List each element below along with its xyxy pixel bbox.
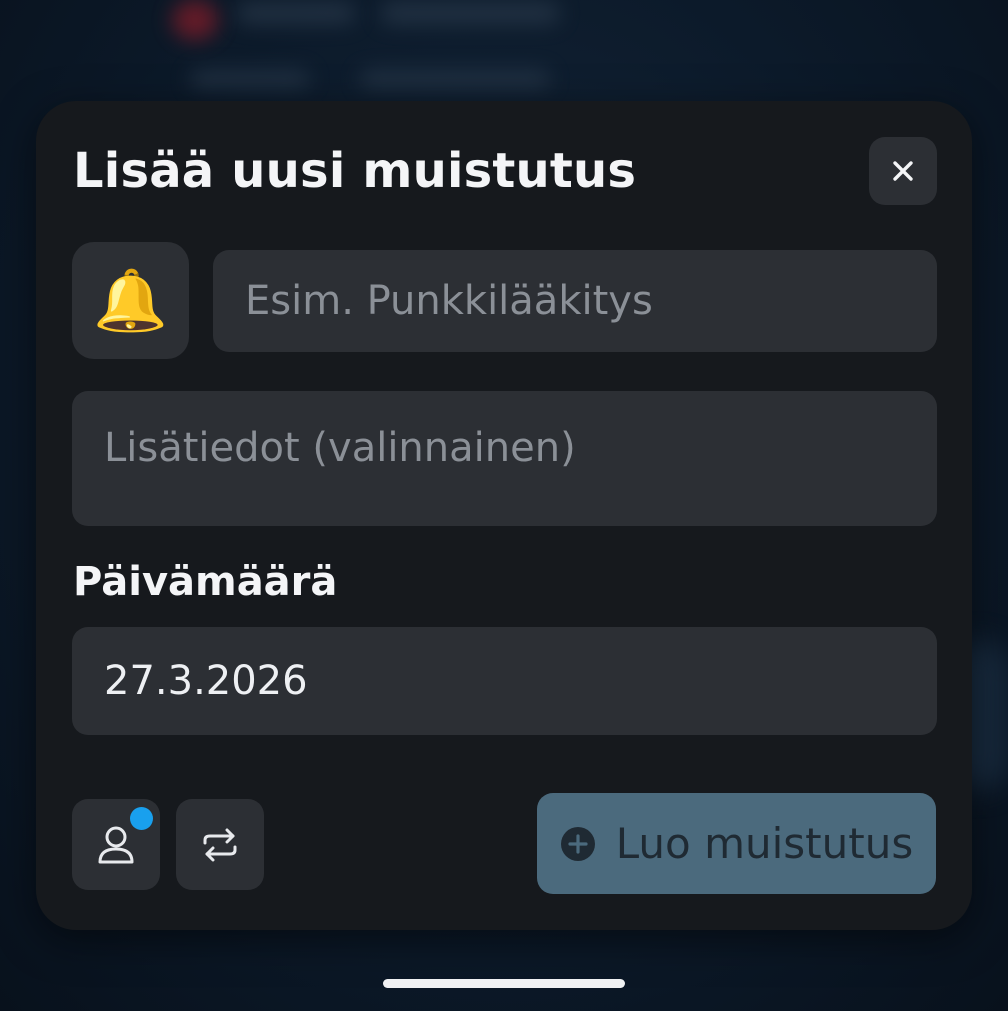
background-dot [172, 0, 218, 40]
close-icon [893, 161, 913, 181]
date-label: Päivämäärä [73, 559, 338, 605]
reminder-icon-picker[interactable]: 🔔 [72, 242, 189, 359]
background-blur [190, 70, 310, 88]
notification-badge [130, 807, 153, 830]
bell-icon: 🔔 [93, 266, 168, 336]
create-button-label: Luo muistutus [615, 819, 914, 868]
details-placeholder: Lisätiedot (valinnainen) [104, 425, 576, 471]
plus-circle-icon [560, 826, 595, 861]
reminder-details-input[interactable]: Lisätiedot (valinnainen) [72, 391, 937, 526]
home-indicator[interactable] [383, 979, 625, 988]
create-reminder-button[interactable]: Luo muistutus [537, 793, 936, 894]
assign-person-button[interactable] [72, 799, 160, 890]
repeat-icon [203, 828, 237, 861]
close-button[interactable] [869, 137, 937, 205]
background-blur [236, 2, 356, 24]
person-icon [98, 826, 134, 863]
reminder-title-input[interactable]: Esim. Punkkilääkitys [213, 250, 937, 352]
background-blur [380, 2, 560, 24]
date-value: 27.3.2026 [104, 658, 308, 704]
title-placeholder: Esim. Punkkilääkitys [245, 278, 653, 324]
background-blur [360, 70, 550, 88]
date-input[interactable]: 27.3.2026 [72, 627, 937, 735]
modal-title: Lisää uusi muistutus [73, 143, 637, 199]
add-reminder-modal: Lisää uusi muistutus 🔔 Esim. Punkkilääki… [36, 101, 972, 930]
repeat-button[interactable] [176, 799, 264, 890]
